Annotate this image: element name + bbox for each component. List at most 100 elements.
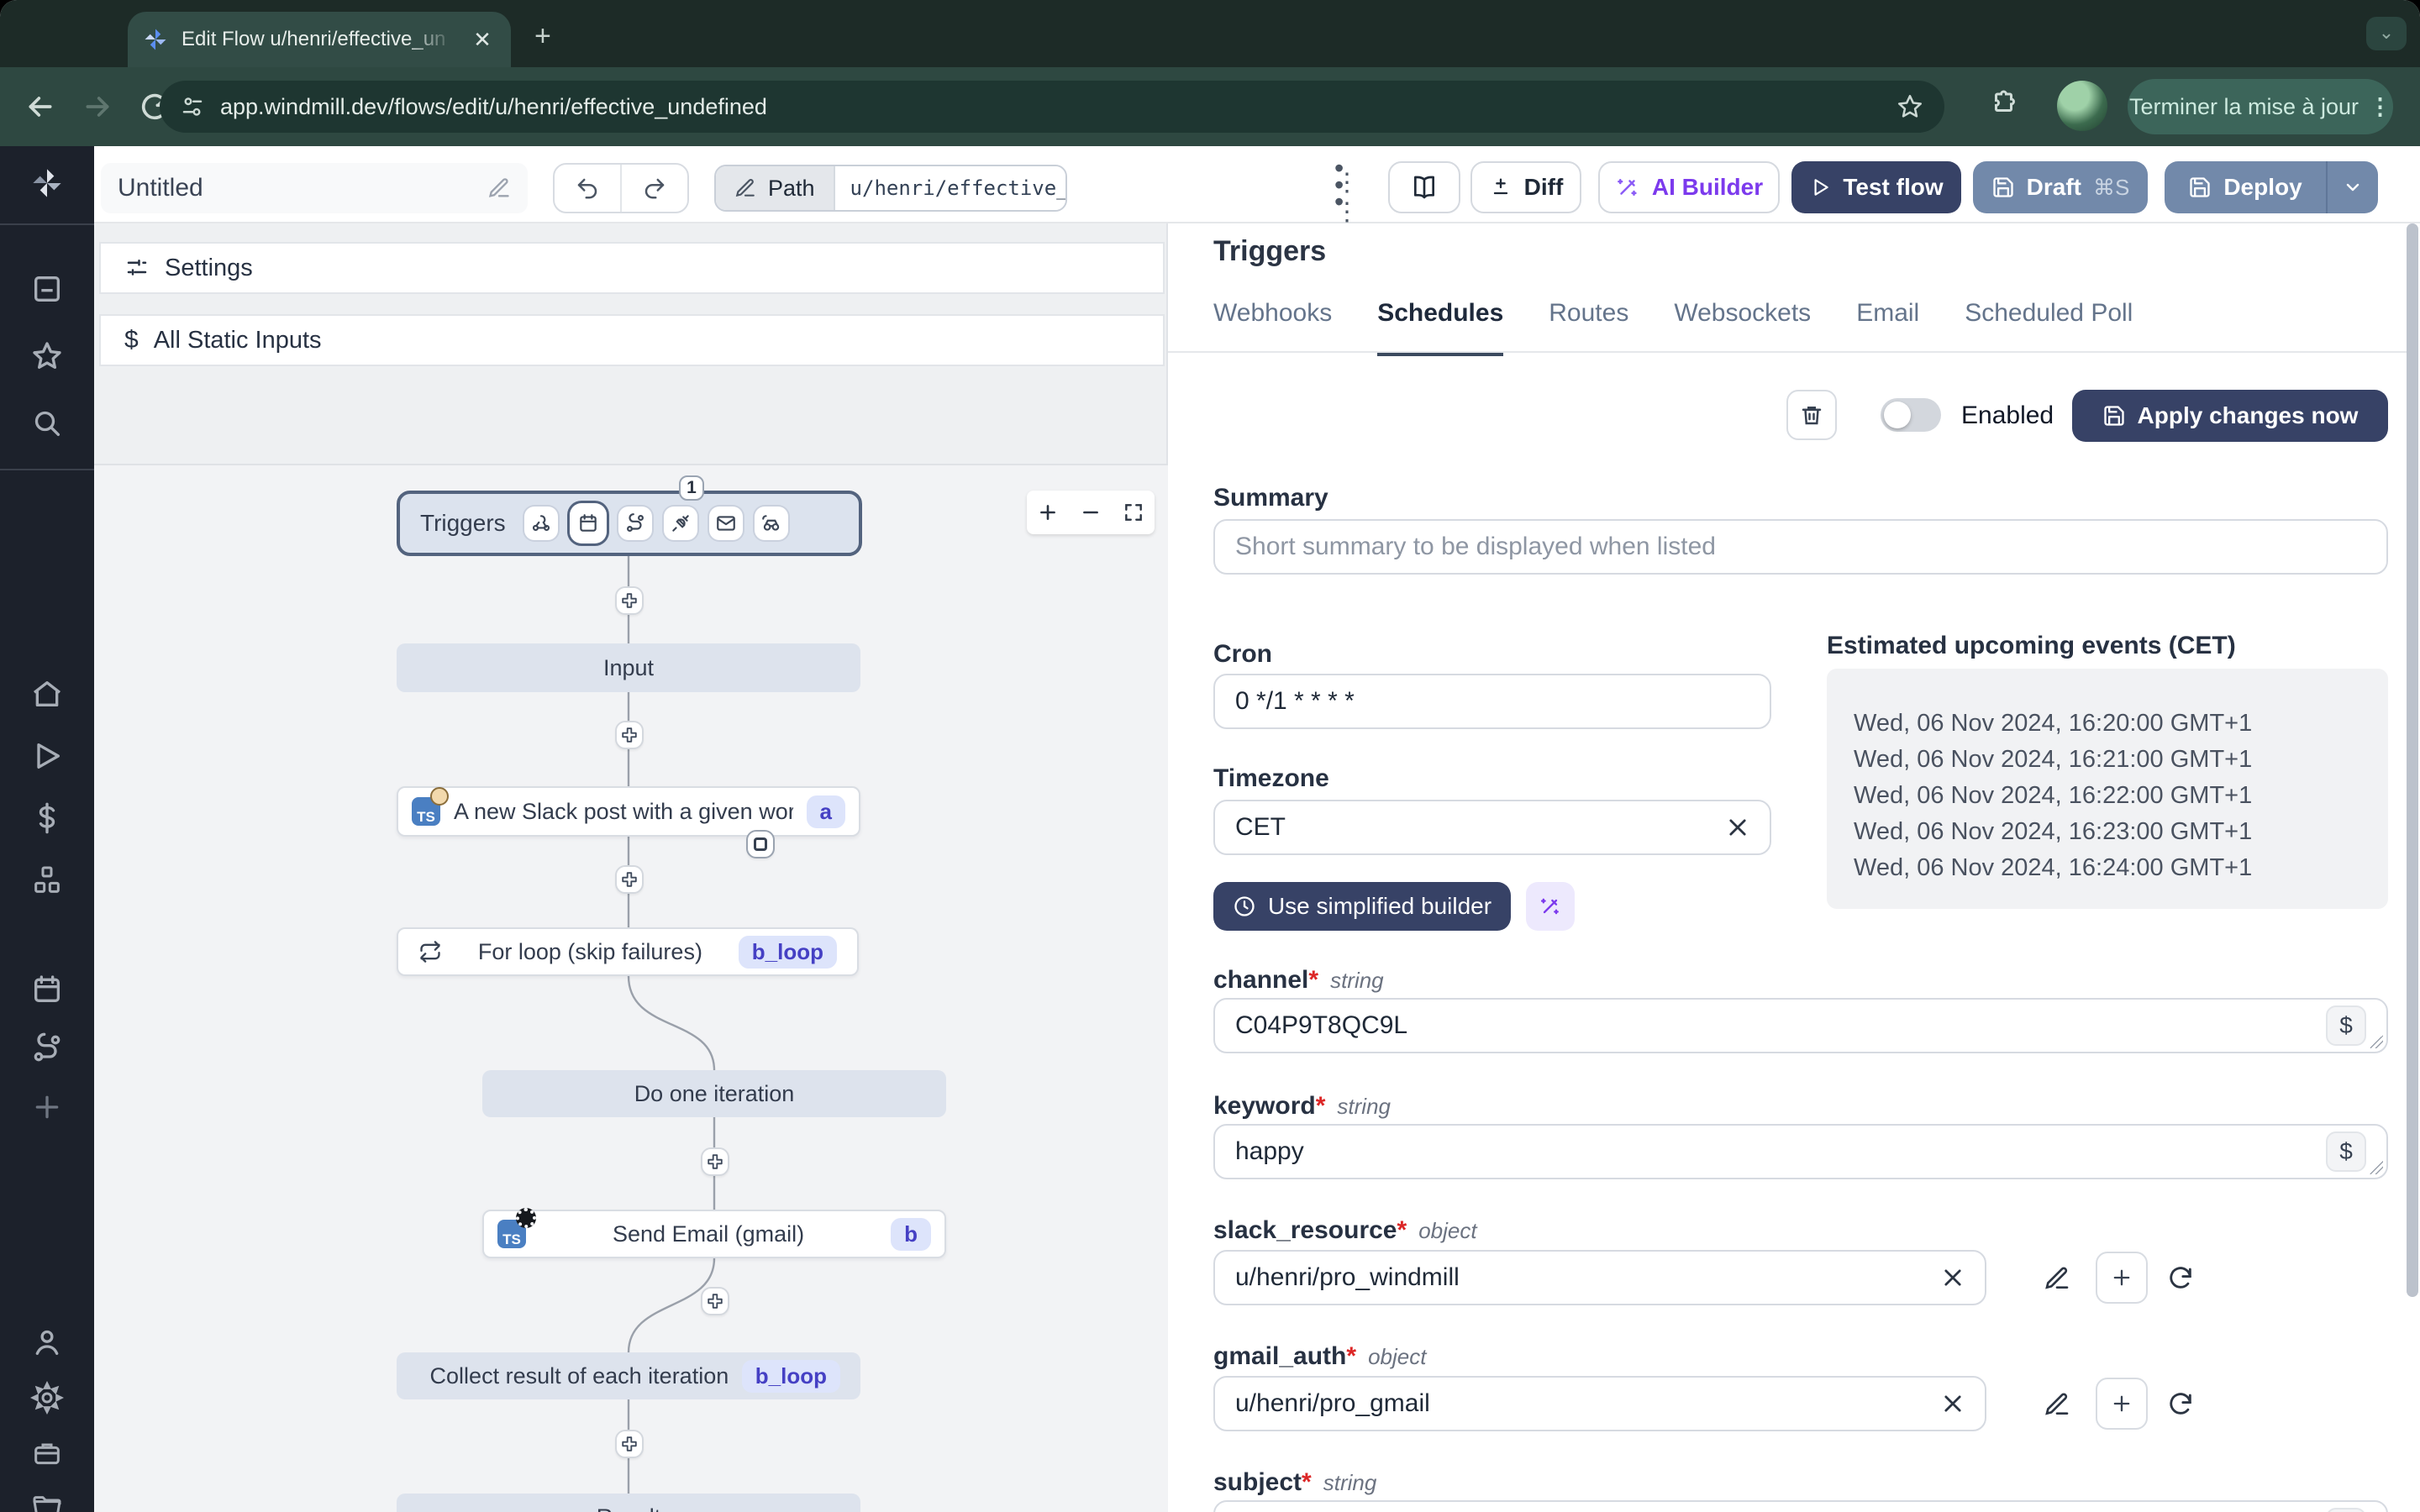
extensions-icon[interactable] [1990,89,2020,119]
new-tab-button[interactable]: + [534,22,551,50]
page-scrollbar[interactable] [2407,223,2418,1297]
ai-cron-button[interactable] [1526,882,1575,931]
edit-resource-icon[interactable] [2044,1391,2070,1418]
edit-pencil-icon[interactable] [487,176,511,200]
all-static-inputs-row[interactable]: $ All Static Inputs [99,314,1165,366]
site-settings-icon[interactable] [180,94,205,119]
browser-menu-kebab-icon[interactable]: ⋮ [2369,94,2391,120]
slack-step-node[interactable]: TS A new Slack post with a given wor... … [397,786,860,837]
variables-icon[interactable] [30,801,64,835]
result-node[interactable]: Result [397,1494,860,1512]
keyword-input[interactable]: happy $ [1213,1124,2388,1179]
back-icon[interactable] [24,90,57,123]
diff-button[interactable]: Diff [1470,161,1581,213]
tab-schedules[interactable]: Schedules [1377,299,1504,356]
flow-name-field[interactable]: Untitled [101,163,528,213]
webhook-trigger-icon[interactable] [523,507,558,540]
insert-step-button[interactable] [615,865,644,894]
tab-email[interactable]: Email [1856,299,1919,356]
refresh-resource-icon[interactable] [2166,1263,2195,1292]
delete-schedule-button[interactable] [1786,390,1837,440]
routes-icon[interactable] [30,1032,64,1065]
insert-step-button[interactable] [701,1147,729,1176]
deploy-button[interactable]: Deploy [2165,161,2378,213]
add-resource-button[interactable] [2096,1252,2148,1304]
simplified-builder-button[interactable]: Use simplified builder [1213,882,1511,931]
user-icon[interactable] [30,1326,64,1359]
deploy-dropdown-button[interactable] [2326,161,2378,213]
slack-resource-input[interactable]: u/henri/pro_windmill [1213,1250,1986,1305]
clear-resource-icon[interactable] [1941,1392,1965,1415]
refresh-resource-icon[interactable] [2166,1389,2195,1418]
gmail-auth-input[interactable]: u/henri/pro_gmail [1213,1376,1986,1431]
variable-picker-button[interactable]: $ [2326,1005,2366,1046]
enabled-toggle[interactable] [1881,398,1941,432]
forloop-node[interactable]: For loop (skip failures) b_loop [397,927,859,976]
toolbar-kebab-icon[interactable]: • • • [1334,155,1344,215]
browser-tab[interactable]: Edit Flow u/henri/effective_un ✕ [128,12,511,67]
websocket-trigger-icon[interactable] [663,507,697,540]
apply-changes-button[interactable]: Apply changes now [2072,390,2388,442]
path-input[interactable]: u/henri/effective_undef [833,166,1065,210]
triggers-node[interactable]: Triggers [397,491,862,556]
route-trigger-icon[interactable] [618,507,652,540]
clear-timezone-icon[interactable] [1726,816,1749,839]
resize-handle[interactable] [2370,1161,2383,1174]
clear-resource-icon[interactable] [1941,1266,1965,1289]
bookmark-star-icon[interactable] [1896,92,1924,121]
edit-resource-icon[interactable] [2044,1265,2070,1292]
tab-webhooks[interactable]: Webhooks [1213,299,1332,356]
add-resource-button[interactable] [2096,1378,2148,1430]
test-flow-button[interactable]: Test flow [1791,161,1961,213]
favorites-star-icon[interactable] [30,339,64,373]
tab-routes[interactable]: Routes [1549,299,1628,356]
browser-update-button[interactable]: Terminer la mise à jour ⋮ [2128,79,2393,134]
folders-icon[interactable] [30,1492,64,1512]
path-label-badge[interactable]: Path [716,166,834,210]
workers-icon[interactable] [30,1436,64,1470]
insert-step-button[interactable] [615,1430,644,1458]
home-icon[interactable] [30,677,64,711]
redo-button[interactable] [622,165,687,212]
forward-icon[interactable] [81,90,114,123]
timezone-input[interactable]: CET [1213,800,1771,855]
flow-graph-canvas[interactable]: Triggers 1 Input TS A new Slack post wit… [94,464,1168,1512]
tab-websockets[interactable]: Websockets [1674,299,1811,356]
insert-step-button[interactable] [701,1287,729,1315]
tab-close-icon[interactable]: ✕ [469,26,496,53]
zoom-in-icon[interactable] [1037,501,1059,523]
variable-picker-button[interactable]: $ [2326,1508,2366,1512]
scheduled-poll-trigger-icon[interactable] [754,507,788,540]
windmill-logo-icon[interactable] [30,166,64,200]
channel-input[interactable]: C04P9T8QC9L $ [1213,998,2388,1053]
schedule-trigger-icon[interactable] [569,503,607,543]
early-stop-indicator[interactable] [746,830,775,858]
variable-picker-button[interactable]: $ [2326,1131,2366,1172]
flow-settings-row[interactable]: Settings [99,242,1165,294]
ai-builder-button[interactable]: AI Builder [1598,161,1780,213]
address-bar[interactable]: app.windmill.dev/flows/edit/u/henri/effe… [160,81,1944,133]
tab-search-chevron-icon[interactable]: ⌄ [2366,17,2407,50]
search-icon[interactable] [30,407,64,440]
undo-button[interactable] [555,165,622,212]
insert-step-button[interactable] [615,721,644,749]
runs-icon[interactable] [30,739,64,773]
profile-avatar[interactable] [2057,81,2107,131]
schedules-icon[interactable] [30,973,64,1006]
fit-view-icon[interactable] [1123,501,1144,523]
insert-step-button[interactable] [615,586,644,615]
send-email-node[interactable]: TS Send Email (gmail) b [482,1208,946,1258]
settings-gear-icon[interactable] [30,1381,64,1415]
resources-icon[interactable] [30,864,64,897]
resize-handle[interactable] [2370,1035,2383,1048]
add-icon[interactable] [30,1090,64,1124]
email-trigger-icon[interactable] [708,507,743,540]
tab-scheduled-poll[interactable]: Scheduled Poll [1965,299,2133,356]
apps-icon[interactable] [30,272,64,306]
draft-button[interactable]: Draft ⌘S [1973,161,2148,213]
cron-input[interactable]: 0 */1 * * * * [1213,674,1771,729]
zoom-out-icon[interactable] [1080,501,1102,523]
subject-input[interactable]: $ [1213,1500,2388,1512]
input-node[interactable]: Input [397,643,860,692]
do-one-iteration-node[interactable]: Do one iteration [482,1070,946,1117]
